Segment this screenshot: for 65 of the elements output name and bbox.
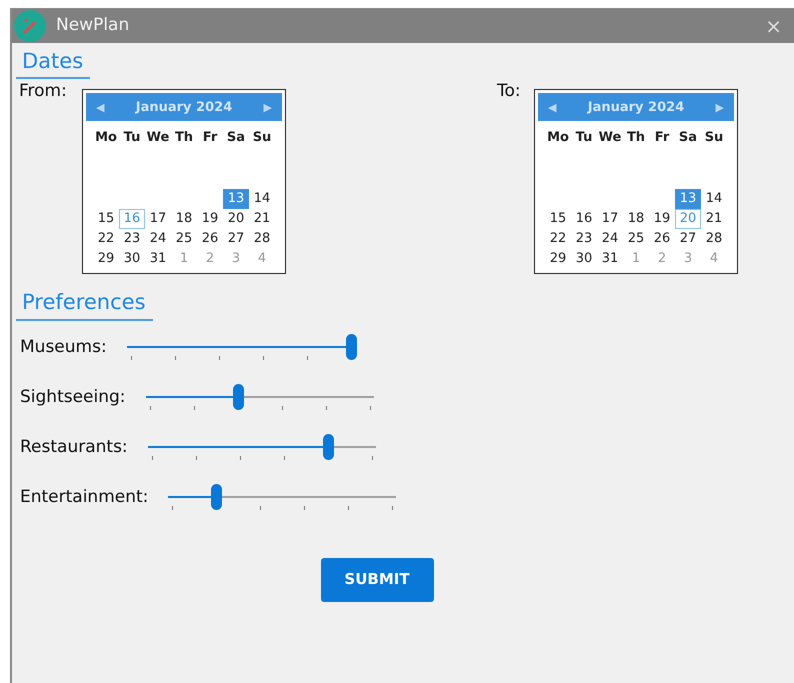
calendar-day[interactable]: 20 [223, 209, 249, 230]
section-heading: Preferences [16, 288, 153, 321]
weekday-label: Sa [678, 129, 698, 148]
calendar-day[interactable]: 23 [119, 229, 145, 250]
calendar-day[interactable]: 31 [597, 249, 623, 270]
calendar-day[interactable]: 27 [223, 229, 249, 250]
calendar-day[interactable]: 21 [701, 209, 727, 230]
weekday-label: We [598, 129, 622, 148]
weekday-label: Tu [574, 129, 594, 148]
calendar-day[interactable]: 14 [249, 189, 275, 210]
calendar-day[interactable]: 21 [249, 209, 275, 230]
weekday-label: Th [626, 129, 646, 148]
submit-button[interactable]: SUBMIT [320, 558, 434, 602]
slider-label: Restaurants: [20, 436, 128, 459]
calendar-day[interactable]: 29 [93, 249, 119, 270]
weekday-label: Su [252, 129, 272, 148]
calendar-day[interactable]: 28 [249, 229, 275, 250]
calendar-day[interactable]: 15 [545, 209, 571, 230]
calendar-day[interactable]: 25 [623, 229, 649, 250]
calendar-day[interactable]: 19 [197, 209, 223, 230]
calendar-day[interactable]: 22 [93, 229, 119, 250]
month-title: January 2024 [136, 98, 232, 117]
weekday-label: Su [704, 129, 724, 148]
weekday-label: Fr [654, 129, 670, 148]
app-icon [14, 10, 46, 42]
slider-thumb[interactable] [322, 434, 334, 460]
date-label: To: [497, 83, 522, 104]
calendar-day[interactable]: 25 [171, 229, 197, 250]
weekday-label: Mo [546, 129, 570, 148]
weekday-label: Th [174, 129, 194, 148]
calendar-day[interactable]: 26 [197, 229, 223, 250]
slider-label: Entertainment: [20, 486, 148, 509]
window-title: NewPlan [56, 14, 130, 38]
calendar-day[interactable]: 17 [145, 209, 171, 230]
month-title: January 2024 [588, 98, 684, 117]
calendar-day[interactable]: 31 [145, 249, 171, 270]
calendar-day[interactable]: 16 [571, 209, 597, 230]
date-label: From: [19, 83, 68, 104]
slider-thumb[interactable] [346, 334, 357, 360]
section-heading: Dates [16, 47, 90, 80]
calendar-day[interactable]: 26 [649, 229, 675, 250]
weekday-label: Mo [94, 129, 118, 148]
calendar-day[interactable]: 29 [545, 249, 571, 270]
calendar-day[interactable]: 18 [171, 209, 197, 230]
calendar-day[interactable]: 19 [649, 209, 675, 230]
calendar-day[interactable]: 27 [675, 229, 701, 250]
slider-label: Sightseeing: [20, 386, 126, 409]
slider-thumb[interactable] [232, 384, 244, 410]
calendar-day[interactable]: 14 [701, 189, 727, 210]
slider-label: Museums: [20, 336, 107, 359]
calendar-day[interactable]: 24 [145, 229, 171, 250]
calendar-day[interactable]: 23 [571, 229, 597, 250]
calendar-day[interactable]: 28 [701, 229, 727, 250]
calendar-day[interactable]: 30 [571, 249, 597, 270]
calendar-day[interactable]: 15 [93, 209, 119, 230]
weekday-label: We [146, 129, 170, 148]
calendar-day[interactable]: 30 [119, 249, 145, 270]
calendar-day[interactable]: 24 [597, 229, 623, 250]
slider-thumb[interactable] [211, 484, 222, 510]
weekday-label: Sa [226, 129, 246, 148]
weekday-label: Fr [202, 129, 218, 148]
calendar-day[interactable]: 18 [623, 209, 649, 230]
calendar-day[interactable]: 17 [597, 209, 623, 230]
calendar-day[interactable]: 22 [545, 229, 571, 250]
weekday-label: Tu [122, 129, 142, 148]
